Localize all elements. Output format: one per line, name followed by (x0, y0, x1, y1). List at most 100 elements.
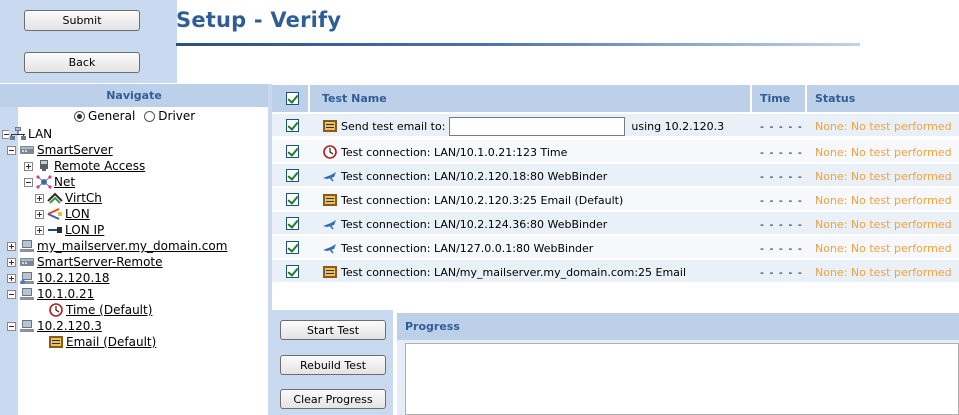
column-header-time[interactable]: Time (760, 85, 790, 112)
tree-item-email-default[interactable]: Email (Default) (48, 334, 156, 350)
collapse-icon[interactable] (2, 129, 9, 139)
tree-item-mailserver[interactable]: my_mailserver.my_domain.com (7, 238, 227, 254)
collapse-icon[interactable] (7, 321, 16, 331)
time-cell: - - - - - (760, 241, 803, 255)
expand-icon[interactable] (7, 273, 16, 283)
collapse-icon[interactable] (24, 177, 33, 187)
tree-item-label: SmartServer (37, 143, 113, 157)
column-header-test-name[interactable]: Test Name (322, 85, 387, 112)
start-test-button[interactable]: Start Test (280, 320, 386, 340)
test-name-cell: Test connection: LAN/10.2.120.3:25 Email… (322, 188, 623, 212)
test-name-label: Test connection: LAN/10.2.120.3:25 Email… (341, 193, 624, 207)
server-icon (20, 146, 34, 154)
expand-icon[interactable] (24, 161, 33, 171)
status-cell: None: No test performed (815, 193, 952, 207)
webbinder-icon (323, 172, 336, 182)
tree-item-10-1-0-21[interactable]: 10.1.0.21 (7, 286, 94, 302)
tree-item-label: Email (Default) (66, 335, 157, 349)
tree-item-lon-ip[interactable]: LON IP (35, 222, 104, 238)
select-all-checkbox[interactable] (286, 92, 299, 105)
page-title: Setup - Verify (176, 8, 342, 32)
collapse-icon[interactable] (7, 145, 16, 155)
expand-icon[interactable] (7, 257, 16, 267)
tests-table-header: Test Name Time Status (272, 85, 959, 112)
progress-log-area[interactable] (405, 343, 959, 415)
time-cell: - - - - - (760, 145, 803, 159)
table-row: Test connection: LAN/10.2.120.3:25 Email… (272, 188, 959, 212)
row-checkbox[interactable] (286, 217, 299, 230)
tree-item-net[interactable]: Net (24, 174, 75, 190)
time-cell: - - - - - (760, 217, 803, 231)
computer-icon (20, 240, 34, 252)
test-name-cell: Send test email to: using 10.2.120.3 (322, 114, 724, 138)
webbinder-icon (323, 220, 336, 230)
computer-icon (20, 272, 34, 284)
status-cell: None: No test performed (815, 241, 952, 255)
driver-radio[interactable] (144, 110, 156, 122)
test-name-label: Test connection: LAN/my_mailserver.my_do… (341, 265, 687, 279)
time-cell: - - - - - (760, 193, 803, 207)
clear-progress-button[interactable]: Clear Progress (280, 389, 386, 409)
status-cell: None: No test performed (815, 265, 952, 279)
row-checkbox[interactable] (286, 265, 299, 278)
tree-item-smartserver-remote[interactable]: SmartServer-Remote (7, 254, 163, 270)
view-mode-radio-group: General Driver (74, 109, 195, 123)
column-header-status[interactable]: Status (815, 85, 855, 112)
lan-network-icon (10, 127, 26, 140)
tree-item-label: 10.2.120.3 (37, 319, 102, 333)
table-row: Test connection: LAN/my_mailserver.my_do… (272, 260, 959, 284)
row-checkbox[interactable] (286, 241, 299, 254)
clock-icon (49, 303, 63, 317)
email-icon (323, 194, 337, 206)
table-row: Send test email to: using 10.2.120.3 - -… (272, 114, 959, 138)
test-email-input[interactable] (449, 116, 626, 136)
tree-item-time-default[interactable]: Time (Default) (48, 302, 152, 318)
tree-item-label: LAN (28, 127, 53, 141)
lon-icon (47, 208, 62, 220)
tree-item-lon[interactable]: LON (35, 206, 90, 222)
tree-item-label: LON (65, 207, 90, 221)
tree-item-smartserver[interactable]: SmartServer (7, 142, 113, 158)
row-checkbox[interactable] (286, 169, 299, 182)
table-row: Test connection: LAN/127.0.0.1:80 WebBin… (272, 236, 959, 260)
net-icon (36, 175, 52, 189)
email-icon (49, 336, 63, 348)
tree-item-label: 10.1.0.21 (37, 287, 95, 301)
computer-icon (20, 288, 34, 300)
general-radio-label: General (88, 109, 136, 123)
tree-item-label: my_mailserver.my_domain.com (37, 239, 228, 253)
tree-item-lan[interactable]: LAN (2, 126, 52, 142)
tree-item-10-2-120-18[interactable]: 10.2.120.18 (7, 270, 110, 286)
expand-icon[interactable] (35, 225, 44, 235)
progress-header: Progress (397, 313, 959, 340)
expand-icon[interactable] (7, 241, 16, 251)
submit-button[interactable]: Submit (24, 10, 140, 31)
test-name-label: Test connection: LAN/10.2.124.36:80 WebB… (341, 217, 608, 231)
time-cell: - - - - - (760, 119, 803, 133)
tree-item-label: SmartServer-Remote (37, 255, 163, 269)
rebuild-test-button[interactable]: Rebuild Test (280, 355, 386, 375)
column-separator (308, 85, 310, 112)
row-checkbox[interactable] (286, 145, 299, 158)
tree-item-remote-access[interactable]: Remote Access (24, 158, 145, 174)
test-name-cell: Test connection: LAN/127.0.0.1:80 WebBin… (322, 236, 593, 260)
navigate-header: Navigate (0, 84, 268, 107)
expand-icon[interactable] (35, 209, 44, 219)
send-email-label: Send test email to: (341, 119, 446, 133)
back-button[interactable]: Back (24, 52, 140, 73)
table-row: Test connection: LAN/10.1.0.21:123 Time … (272, 140, 959, 164)
clock-icon (323, 145, 337, 159)
collapse-icon[interactable] (7, 289, 16, 299)
general-radio[interactable] (74, 110, 85, 122)
tree-item-virtch[interactable]: VirtCh (35, 190, 102, 206)
table-row: Test connection: LAN/10.2.124.36:80 WebB… (272, 212, 959, 236)
tree-item-label: Remote Access (54, 159, 146, 173)
test-name-label: Test connection: LAN/127.0.0.1:80 WebBin… (341, 241, 594, 255)
computer-icon (20, 320, 34, 332)
tree-item-label: VirtCh (65, 191, 102, 205)
row-checkbox[interactable] (286, 119, 299, 132)
tree-item-10-2-120-3[interactable]: 10.2.120.3 (7, 318, 102, 334)
expand-icon[interactable] (35, 193, 44, 203)
row-checkbox[interactable] (286, 193, 299, 206)
tree-item-label: LON IP (65, 223, 105, 237)
